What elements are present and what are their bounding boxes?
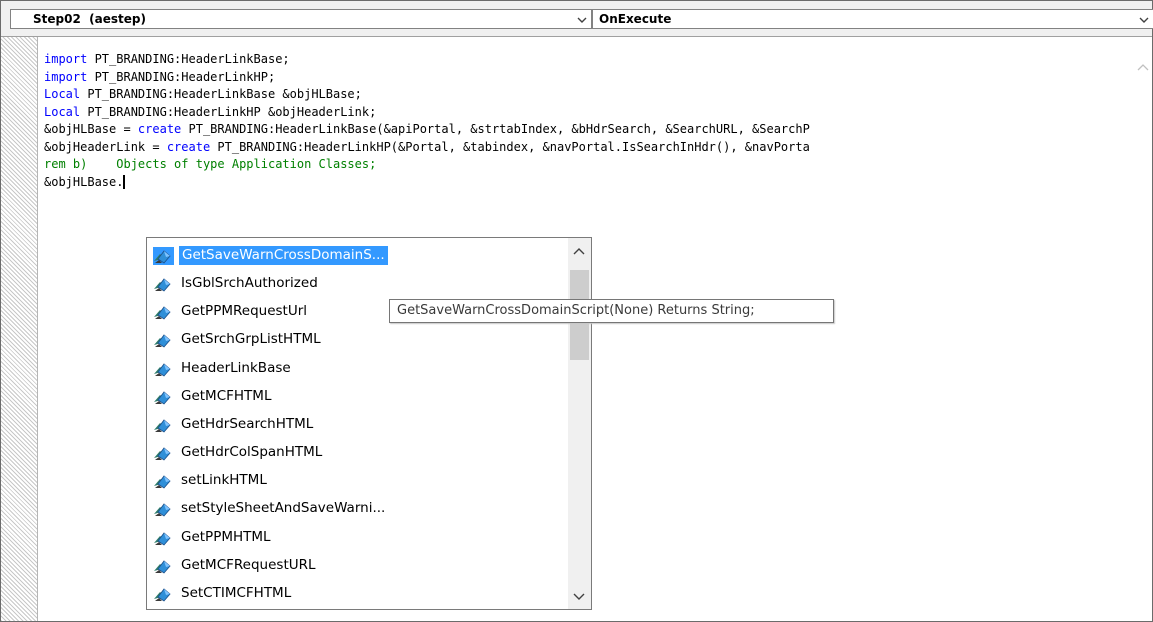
method-icon (153, 388, 174, 406)
code-line[interactable]: &objHeaderLink = create PT_BRANDING:Head… (44, 139, 810, 157)
editor-toolbar: Step02 (aestep) OnExecute (1, 1, 1153, 37)
autocomplete-item[interactable]: GetPPMHTML (153, 525, 573, 551)
autocomplete-item-label: GetPPMHTML (181, 528, 271, 545)
code-comment: rem b) Objects of type Application Class… (44, 157, 377, 171)
method-icon (153, 472, 174, 490)
editor-gutter (1, 37, 38, 621)
method-icon (153, 444, 174, 462)
chevron-down-icon[interactable] (575, 13, 589, 27)
method-icon (153, 303, 174, 321)
autocomplete-item[interactable]: GetSaveWarnCrossDomainS... (153, 243, 573, 269)
autocomplete-item-label: GetSaveWarnCrossDomainS... (179, 246, 388, 265)
autocomplete-popup[interactable]: GetSaveWarnCrossDomainS... IsGblSrchAutho… (146, 237, 592, 610)
scroll-down-icon[interactable] (573, 593, 585, 601)
method-icon (153, 331, 174, 349)
autocomplete-item[interactable]: GetHdrColSpanHTML (153, 440, 573, 466)
autocomplete-item[interactable]: GetMCFHTML (153, 384, 573, 410)
code-token: PT_BRANDING:HeaderLinkHP &objHeaderLink; (80, 104, 377, 119)
object-selector-dropdown[interactable]: Step02 (aestep) (10, 9, 592, 29)
code-text[interactable]: import PT_BRANDING:HeaderLinkBase; import… (44, 51, 810, 191)
code-token: PT_BRANDING:HeaderLinkBase &objHLBase; (80, 87, 362, 101)
method-icon (153, 557, 174, 575)
code-keyword: create (166, 139, 211, 154)
code-token: PT_BRANDING:HeaderLinkBase; (87, 52, 290, 66)
code-token: &objHeaderLink = (44, 139, 167, 154)
method-icon (153, 360, 174, 378)
scroll-up-icon[interactable] (1137, 63, 1149, 71)
code-line[interactable]: &objHLBase = create PT_BRANDING:HeaderLi… (44, 121, 810, 139)
method-signature-tooltip: GetSaveWarnCrossDomainScript(None) Retur… (389, 299, 834, 323)
method-icon (153, 247, 174, 265)
event-selector-dropdown[interactable]: OnExecute (592, 9, 1153, 29)
autocomplete-item-label: SetCTIMCFHTML (181, 584, 292, 601)
autocomplete-item[interactable]: setLinkHTML (153, 468, 573, 494)
code-keyword: Local (44, 104, 81, 119)
code-token: PT_BRANDING:HeaderLinkHP(&Portal, &tabin… (210, 139, 810, 154)
autocomplete-item-label: IsGblSrchAuthorized (181, 275, 318, 292)
code-keyword: create (137, 122, 182, 136)
code-token: PT_BRANDING:HeaderLinkHP; (87, 69, 276, 84)
code-line[interactable]: import PT_BRANDING:HeaderLinkHP; (44, 69, 810, 87)
event-selector-value: OnExecute (599, 12, 672, 26)
code-line[interactable]: Local PT_BRANDING:HeaderLinkHP &objHeade… (44, 104, 810, 122)
autocomplete-item[interactable]: GetHdrSearchHTML (153, 412, 573, 438)
autocomplete-item-label: HeaderLinkBase (181, 359, 291, 376)
method-icon (153, 275, 174, 293)
code-line[interactable]: &objHLBase. (44, 174, 810, 192)
code-token: &objHLBase. (44, 174, 124, 189)
code-token: &objHLBase = (44, 122, 138, 136)
autocomplete-item[interactable]: GetMCFRequestURL (153, 553, 573, 579)
autocomplete-item-label: GetSrchGrpListHTML (181, 331, 321, 348)
chevron-down-icon[interactable] (1137, 13, 1151, 27)
code-keyword: import (44, 69, 88, 84)
code-keyword: Local (44, 87, 81, 101)
editor-vertical-scrollbar[interactable] (1133, 53, 1152, 621)
scroll-up-icon[interactable] (573, 247, 585, 255)
method-icon (153, 529, 174, 547)
autocomplete-item-label: setStyleSheetAndSaveWarni... (181, 500, 386, 517)
code-line[interactable]: Local PT_BRANDING:HeaderLinkBase &objHLB… (44, 86, 810, 104)
autocomplete-item-label: GetHdrColSpanHTML (181, 444, 323, 461)
method-icon (153, 500, 174, 518)
autocomplete-item-label: GetMCFRequestURL (181, 556, 316, 573)
object-selector-value: Step02 (aestep) (33, 12, 146, 26)
text-caret (123, 174, 126, 189)
autocomplete-item[interactable]: IsGblSrchAuthorized (153, 271, 573, 297)
autocomplete-item[interactable]: GetSrchGrpListHTML (153, 327, 573, 353)
autocomplete-item-label: GetHdrSearchHTML (181, 415, 314, 432)
autocomplete-item-label: setLinkHTML (181, 472, 267, 489)
autocomplete-item[interactable]: SetCTIMCFHTML (153, 581, 573, 607)
autocomplete-item[interactable]: setStyleSheetAndSaveWarni... (153, 496, 573, 522)
code-keyword: import (44, 52, 88, 66)
autocomplete-item-label: GetMCFHTML (181, 387, 272, 404)
tooltip-text: GetSaveWarnCrossDomainScript(None) Retur… (397, 303, 755, 318)
method-icon (153, 416, 174, 434)
method-icon (153, 585, 174, 603)
code-token: PT_BRANDING:HeaderLinkBase(&apiPortal, &… (181, 122, 810, 136)
code-line[interactable]: import PT_BRANDING:HeaderLinkBase; (44, 51, 810, 69)
autocomplete-scrollbar[interactable] (568, 238, 591, 609)
autocomplete-item-label: GetPPMRequestUrl (181, 303, 308, 320)
autocomplete-item[interactable]: HeaderLinkBase (153, 356, 573, 382)
code-line[interactable]: rem b) Objects of type Application Class… (44, 156, 810, 174)
